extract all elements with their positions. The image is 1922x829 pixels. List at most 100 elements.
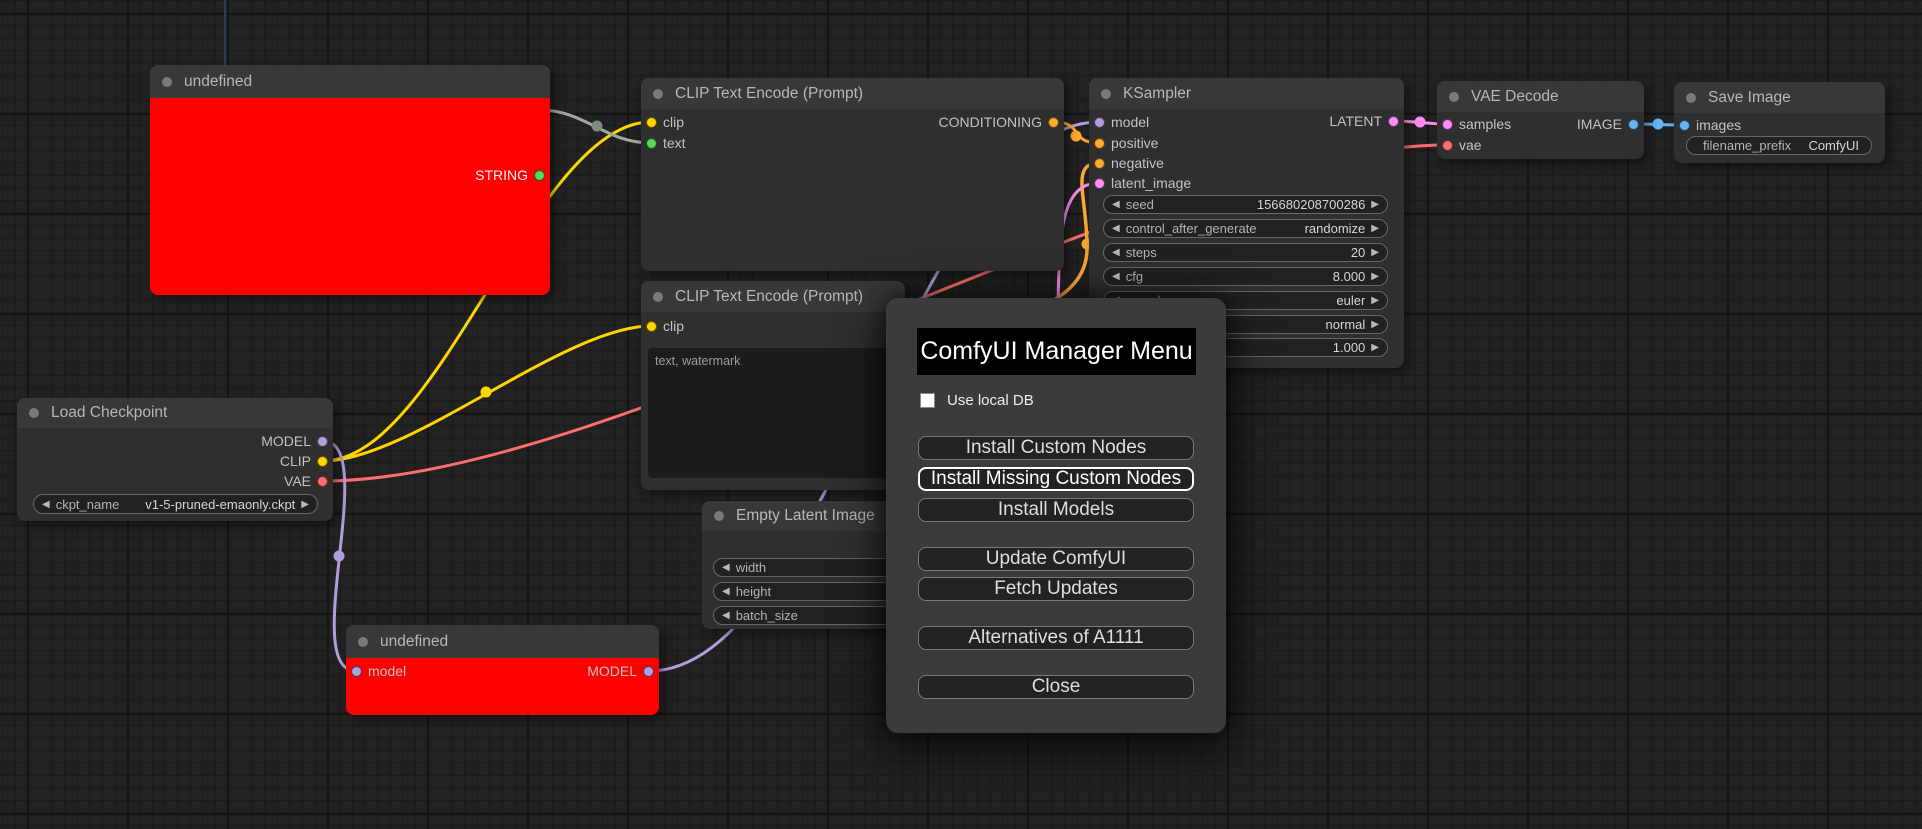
string-output-port[interactable]	[534, 169, 545, 181]
widget-cfg[interactable]: ◀ cfg 8.000 ▶	[1103, 267, 1388, 286]
link-dot	[1414, 116, 1426, 128]
increment-arrow-icon[interactable]: ▶	[1371, 295, 1379, 306]
decrement-arrow-icon[interactable]: ◀	[1112, 271, 1120, 282]
increment-arrow-icon[interactable]: ▶	[1371, 271, 1379, 282]
link-dot	[1652, 118, 1664, 130]
node-title-bar[interactable]: Load Checkpoint	[17, 398, 333, 428]
output-row-latent: LATENT	[1089, 111, 1404, 131]
node-title: KSampler	[1123, 84, 1192, 102]
node-title-bar[interactable]: Save Image	[1674, 82, 1885, 113]
node-title: CLIP Text Encode (Prompt)	[675, 287, 864, 305]
output-label: VAE	[284, 473, 311, 489]
install-missing-custom-nodes-button[interactable]: Install Missing Custom Nodes	[918, 467, 1194, 491]
images-input-port[interactable]	[1679, 119, 1690, 131]
node-clip-text-encode-2[interactable]: CLIP Text Encode (Prompt) clip text, wat…	[641, 281, 905, 490]
clip-input-port[interactable]	[646, 320, 657, 332]
output-row-string: STRING	[150, 165, 550, 185]
latent-output-port[interactable]	[1388, 115, 1399, 127]
node-title: Save Image	[1708, 88, 1791, 106]
widget-ckpt-name[interactable]: ◀ ckpt_name v1-5-pruned-emaonly.ckpt ▶	[33, 494, 318, 514]
decrement-arrow-icon[interactable]: ◀	[1112, 247, 1120, 258]
output-label: IMAGE	[1576, 116, 1622, 132]
input-label: images	[1696, 117, 1742, 133]
output-row-image: IMAGE	[1437, 114, 1644, 134]
input-row-text: text	[641, 133, 1064, 153]
input-label: clip	[663, 318, 685, 334]
output-label: LATENT	[1329, 113, 1382, 129]
alternatives-of-a1111-button[interactable]: Alternatives of A1111	[918, 626, 1194, 650]
vae-input-port[interactable]	[1442, 139, 1453, 151]
input-label: latent_image	[1111, 175, 1192, 191]
node-title-bar[interactable]: undefined	[346, 625, 659, 658]
node-undefined-bottom[interactable]: undefined model MODEL	[346, 625, 659, 715]
widget-seed[interactable]: ◀ seed 156680208700286 ▶	[1103, 195, 1388, 214]
link-dot	[1070, 130, 1082, 142]
decrement-arrow-icon[interactable]: ◀	[722, 562, 730, 573]
use-local-db-checkbox[interactable]	[920, 393, 935, 408]
positive-input-port[interactable]	[1094, 137, 1105, 149]
comfyui-canvas[interactable]: { "icons": { "arrow_left": "◀", "arrow_r…	[0, 0, 1922, 829]
model-output-port[interactable]	[317, 435, 328, 447]
decrement-arrow-icon[interactable]: ◀	[42, 499, 50, 510]
output-label: CLIP	[279, 453, 311, 469]
decrement-arrow-icon[interactable]: ◀	[722, 586, 730, 597]
decrement-arrow-icon[interactable]: ◀	[1112, 199, 1120, 210]
prompt-textarea[interactable]: text, watermark	[648, 348, 898, 478]
input-label: positive	[1111, 135, 1159, 151]
node-status-dot-icon	[1101, 88, 1111, 99]
widget-filename-prefix[interactable]: filename_prefix ComfyUI	[1686, 136, 1872, 155]
dialog-title: ComfyUI Manager Menu	[917, 328, 1196, 375]
input-label: vae	[1459, 137, 1482, 153]
increment-arrow-icon[interactable]: ▶	[1371, 342, 1379, 353]
conditioning-output-port[interactable]	[1048, 116, 1059, 128]
widget-control-after-generate[interactable]: ◀ control_after_generate randomize ▶	[1103, 219, 1388, 238]
negative-input-port[interactable]	[1094, 157, 1105, 169]
node-status-dot-icon	[29, 408, 39, 418]
input-row-clip: clip	[641, 316, 905, 336]
node-load-checkpoint[interactable]: Load Checkpoint MODEL CLIP VAE ◀ ckpt_na…	[17, 398, 333, 521]
node-title-bar[interactable]: undefined	[150, 65, 550, 98]
update-comfyui-button[interactable]: Update ComfyUI	[918, 547, 1194, 571]
input-row-positive: positive	[1089, 133, 1404, 153]
node-undefined-top[interactable]: undefined STRING	[150, 65, 550, 295]
output-label: STRING	[475, 167, 528, 183]
input-label: text	[663, 135, 686, 151]
input-label: negative	[1111, 155, 1164, 171]
node-title: Load Checkpoint	[51, 404, 168, 421]
image-output-port[interactable]	[1628, 118, 1639, 130]
fetch-updates-button[interactable]: Fetch Updates	[918, 577, 1194, 601]
model-output-port[interactable]	[643, 665, 654, 677]
increment-arrow-icon[interactable]: ▶	[1371, 319, 1379, 330]
input-row-latent-image: latent_image	[1089, 173, 1404, 193]
output-row-vae: VAE	[17, 471, 333, 491]
node-vae-decode[interactable]: VAE Decode samples vae IMAGE	[1437, 81, 1644, 159]
node-title: undefined	[380, 632, 449, 650]
link-dot	[333, 550, 345, 562]
vae-output-port[interactable]	[317, 475, 328, 487]
decrement-arrow-icon[interactable]: ◀	[722, 610, 730, 621]
node-title-bar[interactable]: CLIP Text Encode (Prompt)	[641, 78, 1064, 109]
node-status-dot-icon	[162, 76, 172, 87]
install-custom-nodes-button[interactable]: Install Custom Nodes	[918, 436, 1194, 460]
install-models-button[interactable]: Install Models	[918, 498, 1194, 522]
close-button[interactable]: Close	[918, 675, 1194, 699]
input-row-images: images	[1674, 115, 1885, 135]
output-row-clip: CLIP	[17, 451, 333, 471]
text-input-port[interactable]	[646, 137, 657, 149]
clip-output-port[interactable]	[317, 455, 328, 467]
node-title-bar[interactable]: VAE Decode	[1437, 81, 1644, 112]
node-title-bar[interactable]: CLIP Text Encode (Prompt)	[641, 281, 905, 312]
increment-arrow-icon[interactable]: ▶	[1371, 223, 1379, 234]
node-clip-text-encode-1[interactable]: CLIP Text Encode (Prompt) clip text COND…	[641, 78, 1064, 271]
node-title-bar[interactable]: KSampler	[1089, 78, 1404, 109]
increment-arrow-icon[interactable]: ▶	[1371, 199, 1379, 210]
decrement-arrow-icon[interactable]: ◀	[1112, 223, 1120, 234]
node-title: Empty Latent Image	[736, 507, 875, 524]
output-label: MODEL	[587, 663, 637, 679]
latent-image-input-port[interactable]	[1094, 177, 1105, 189]
increment-arrow-icon[interactable]: ▶	[1371, 247, 1379, 258]
use-local-db-label: Use local DB	[947, 392, 1034, 409]
node-save-image[interactable]: Save Image images filename_prefix ComfyU…	[1674, 82, 1885, 163]
increment-arrow-icon[interactable]: ▶	[301, 499, 309, 510]
widget-steps[interactable]: ◀ steps 20 ▶	[1103, 243, 1388, 262]
